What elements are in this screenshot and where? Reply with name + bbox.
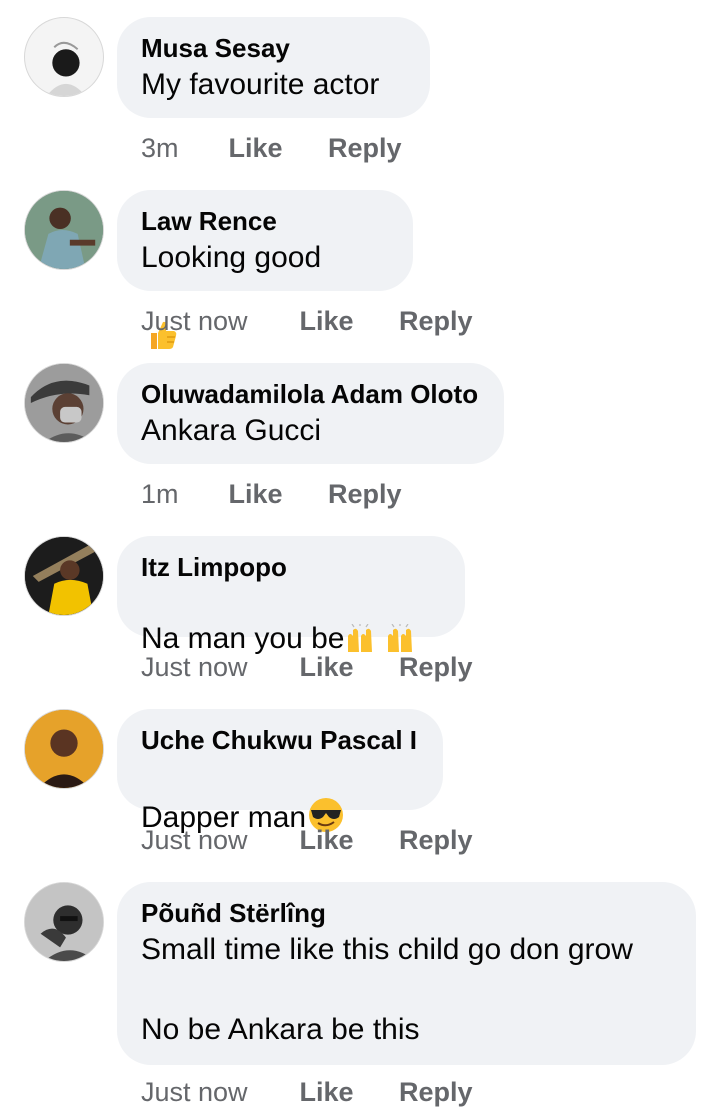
- commenter-name[interactable]: Itz Limpopo: [141, 550, 441, 584]
- comment-bubble: Law Rence Looking good: [117, 190, 413, 349]
- commenter-name[interactable]: Musa Sesay: [141, 31, 406, 65]
- comment-bubble: Musa Sesay My favourite actor: [117, 17, 430, 118]
- reply-button[interactable]: Reply: [399, 306, 473, 337]
- comment-text: My favourite actor: [141, 68, 380, 101]
- commenter-name[interactable]: Law Rence: [141, 204, 389, 238]
- comment-text-content: Na man you be: [141, 622, 345, 655]
- timestamp[interactable]: 1m: [141, 479, 221, 510]
- timestamp[interactable]: Just now: [141, 652, 292, 683]
- like-button[interactable]: Like: [300, 652, 392, 683]
- timestamp[interactable]: 3m: [141, 133, 221, 164]
- comment-text: Small time like this child go don grow N…: [141, 933, 633, 1046]
- reply-button[interactable]: Reply: [328, 479, 402, 510]
- comment-actions: 1m Like Reply: [141, 479, 402, 510]
- like-button[interactable]: Like: [300, 306, 392, 337]
- comment-bubble: Uche Chukwu Pascal I Dapper man: [117, 709, 443, 834]
- commenter-name[interactable]: Uche Chukwu Pascal I: [141, 723, 419, 757]
- avatar[interactable]: [24, 190, 104, 270]
- comment-bubble: Itz Limpopo Na man you be: [117, 536, 465, 655]
- comment-bubble: Oluwadamilola Adam Oloto Ankara Gucci: [117, 363, 504, 464]
- comment-text: Looking good: [141, 238, 389, 363]
- comment-actions: Just now Like Reply: [141, 652, 473, 683]
- commenter-name[interactable]: Oluwadamilola Adam Oloto: [141, 377, 480, 411]
- avatar[interactable]: [24, 17, 104, 97]
- like-button[interactable]: Like: [300, 825, 392, 856]
- avatar[interactable]: [24, 536, 104, 616]
- timestamp[interactable]: Just now: [141, 1077, 292, 1108]
- comment-actions: Just now Like Reply: [141, 825, 473, 856]
- comment-actions: 3m Like Reply: [141, 133, 402, 164]
- comment-bubble: Põuñd Stërlîng Small time like this chil…: [117, 882, 696, 1065]
- comment-actions: Just now Like Reply: [141, 1077, 473, 1108]
- like-button[interactable]: Like: [229, 133, 321, 164]
- reply-button[interactable]: Reply: [399, 825, 473, 856]
- comment-text: Ankara Gucci: [141, 414, 322, 447]
- reply-button[interactable]: Reply: [399, 652, 473, 683]
- reply-button[interactable]: Reply: [399, 1077, 473, 1108]
- comment-actions: Just now Like Reply: [141, 306, 473, 337]
- avatar[interactable]: [24, 709, 104, 789]
- commenter-name[interactable]: Põuñd Stërlîng: [141, 896, 672, 930]
- timestamp[interactable]: Just now: [141, 825, 292, 856]
- timestamp[interactable]: Just now: [141, 306, 292, 337]
- like-button[interactable]: Like: [229, 479, 321, 510]
- avatar[interactable]: [24, 882, 104, 962]
- comment-text-content: Looking good: [141, 241, 322, 274]
- like-button[interactable]: Like: [300, 1077, 392, 1108]
- avatar[interactable]: [24, 363, 104, 443]
- reply-button[interactable]: Reply: [328, 133, 402, 164]
